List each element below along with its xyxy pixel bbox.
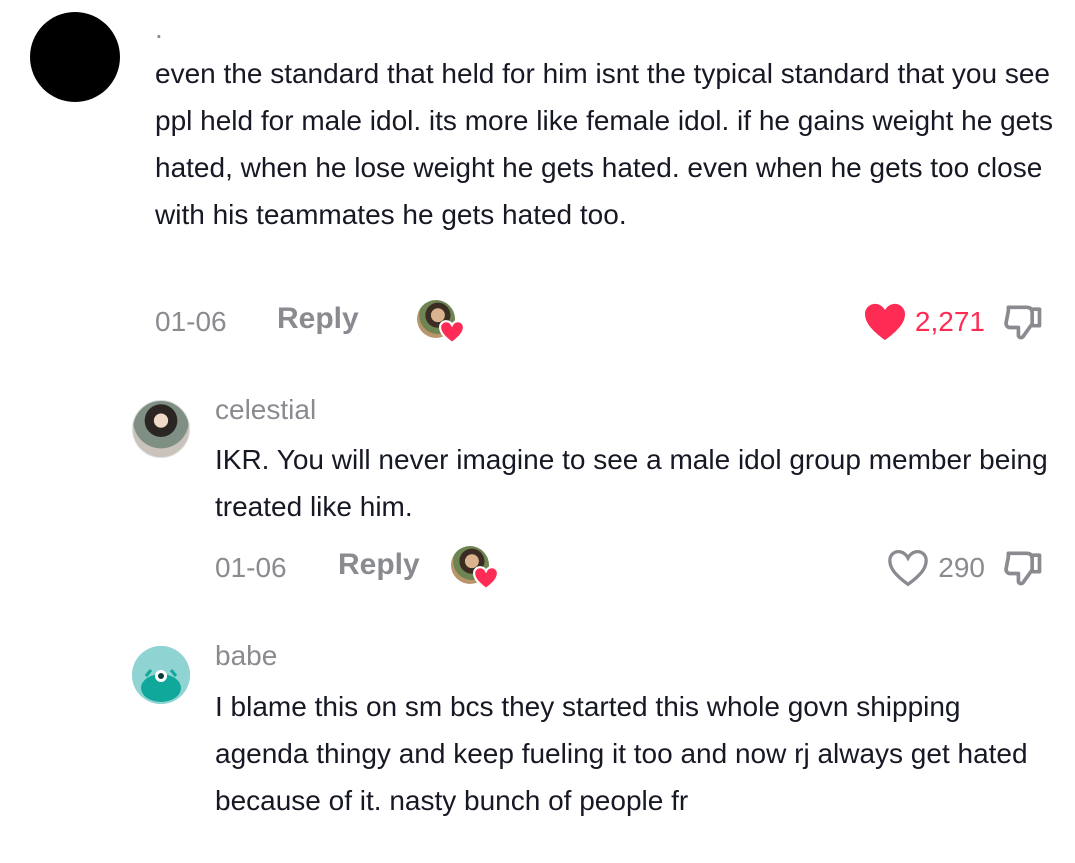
commenter-username[interactable]: . xyxy=(155,14,163,44)
thumbs-down-icon[interactable] xyxy=(1001,300,1045,344)
comment-actions: 01-06 Reply 2,271 xyxy=(155,296,1045,346)
creator-liked-badge xyxy=(417,300,465,344)
like-button[interactable]: 290 xyxy=(886,546,985,590)
reply-avatar[interactable] xyxy=(132,400,190,458)
reply-username[interactable]: celestial xyxy=(215,394,316,426)
heart-icon xyxy=(439,320,465,344)
reply-text: IKR. You will never imagine to see a mal… xyxy=(215,444,1048,522)
like-count: 290 xyxy=(938,552,985,583)
like-button[interactable]: 2,271 xyxy=(863,300,985,344)
heart-icon xyxy=(473,566,499,590)
bird-avatar-icon xyxy=(132,646,190,704)
reply-button[interactable]: Reply xyxy=(277,302,359,336)
comment-date: 01-06 xyxy=(155,306,227,337)
creator-liked-badge xyxy=(451,546,499,590)
reply-text: I blame this on sm bcs they started this… xyxy=(215,691,1028,816)
reply-username[interactable]: babe xyxy=(215,640,277,672)
like-count: 2,271 xyxy=(914,306,985,337)
heart-icon[interactable] xyxy=(863,302,907,342)
reply-avatar[interactable] xyxy=(132,646,190,704)
commenter-avatar[interactable] xyxy=(30,12,120,102)
thumbs-down-icon[interactable] xyxy=(1001,546,1045,590)
comment-text: even the standard that held for him isnt… xyxy=(155,58,1054,230)
reply-date: 01-06 xyxy=(215,552,287,583)
reply-button[interactable]: Reply xyxy=(338,548,420,582)
reply-actions: 01-06 Reply 290 xyxy=(215,542,1045,592)
heart-outline-icon[interactable] xyxy=(886,548,930,588)
